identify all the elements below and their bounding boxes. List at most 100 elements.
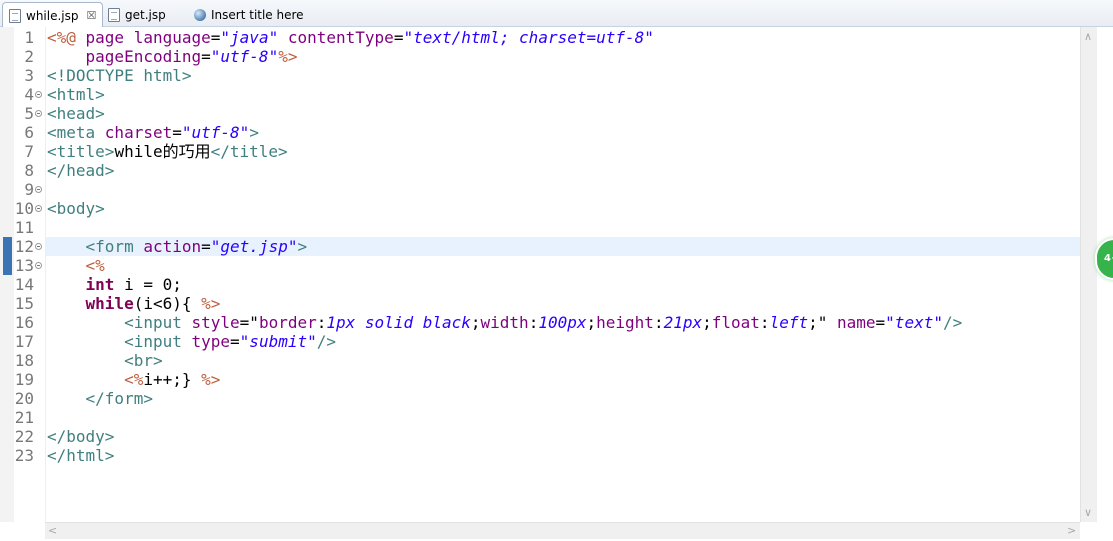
close-icon[interactable]: ☒	[87, 9, 97, 22]
code-token: while	[85, 294, 134, 313]
fold-collapse-icon[interactable]	[35, 243, 42, 250]
code-line[interactable]: <meta charset="utf-8">	[0, 123, 1080, 142]
code-token: :	[528, 313, 539, 332]
code-token: <body>	[47, 199, 105, 218]
code-line[interactable]	[0, 218, 1080, 237]
code-token: i = 0;	[114, 275, 182, 294]
code-line[interactable]: <%	[0, 256, 1080, 275]
code-token: contentType	[287, 28, 394, 47]
code-token: <br>	[124, 351, 163, 370]
code-line-text[interactable]: <%i++;} %>	[47, 370, 220, 389]
code-line[interactable]: <title>while的巧用</title>	[0, 142, 1080, 161]
code-editor[interactable]: <%@ page language="java" contentType="te…	[0, 27, 1113, 541]
line-number: 8	[24, 161, 34, 180]
tab-get-jsp[interactable]: get.jsp	[102, 2, 172, 27]
vertical-scrollbar[interactable]: ∧ ∨	[1080, 27, 1097, 522]
code-line-text[interactable]: </form>	[47, 389, 153, 408]
tab-label: while.jsp	[26, 8, 79, 23]
scroll-right-icon[interactable]: >	[1067, 525, 1076, 536]
code-line[interactable]: </body>	[0, 427, 1080, 446]
code-line-text[interactable]: <input style="border:1px solid black;wid…	[47, 313, 962, 332]
editor-tab-bar: while.jsp ☒ get.jsp Insert title here	[0, 0, 1113, 28]
fold-collapse-icon[interactable]	[35, 186, 42, 193]
code-line[interactable]: <html>	[0, 85, 1080, 104]
fold-collapse-icon[interactable]	[35, 110, 42, 117]
code-token: type	[191, 332, 231, 351]
code-line-text[interactable]: </html>	[47, 446, 114, 465]
code-line-text[interactable]: <meta charset="utf-8">	[47, 123, 259, 142]
code-line-text[interactable]: <html>	[47, 85, 105, 104]
code-token: 100px	[538, 313, 587, 332]
code-token: float	[711, 313, 760, 332]
code-line[interactable]: pageEncoding="utf-8"%>	[0, 47, 1080, 66]
fold-collapse-icon[interactable]	[35, 91, 42, 98]
code-line[interactable]: <input type="submit"/>	[0, 332, 1080, 351]
code-token: int	[85, 275, 115, 294]
code-line-text[interactable]: <title>while的巧用</title>	[47, 142, 288, 161]
line-number: 19	[14, 370, 34, 389]
fold-collapse-icon[interactable]	[35, 262, 42, 269]
code-token: :	[653, 313, 664, 332]
code-line[interactable]: <form action="get.jsp">	[0, 237, 1080, 256]
code-line-text[interactable]: <head>	[47, 104, 105, 123]
code-line-text[interactable]: </body>	[47, 427, 114, 446]
line-number: 12	[14, 237, 34, 256]
code-token: :	[759, 313, 770, 332]
scroll-up-icon[interactable]: ∧	[1084, 31, 1092, 42]
code-line-text[interactable]: <%@ page language="java" contentType="te…	[47, 28, 654, 47]
code-token: =	[230, 332, 240, 351]
change-marker	[3, 256, 12, 275]
code-line-text[interactable]: <%	[47, 256, 105, 275]
code-token: <input	[124, 332, 192, 351]
code-token: </body>	[47, 427, 115, 446]
code-line-text[interactable]: </head>	[47, 161, 114, 180]
code-line[interactable]: <body>	[0, 199, 1080, 218]
code-line[interactable]	[0, 408, 1080, 427]
code-token: :	[316, 313, 327, 332]
code-token: <head>	[47, 104, 105, 123]
code-line[interactable]: </html>	[0, 446, 1080, 465]
code-line[interactable]: while(i<6){ %>	[0, 294, 1080, 313]
code-line[interactable]: <head>	[0, 104, 1080, 123]
tab-insert-title-here[interactable]: Insert title here	[188, 2, 310, 27]
code-token: "utf-8"	[210, 47, 279, 66]
code-line[interactable]	[0, 180, 1080, 199]
code-line[interactable]: <input style="border:1px solid black;wid…	[0, 313, 1080, 332]
code-token: %>	[201, 294, 221, 313]
code-token: =	[172, 123, 182, 142]
code-line-text[interactable]: while(i<6){ %>	[47, 294, 221, 313]
code-area[interactable]: <%@ page language="java" contentType="te…	[0, 27, 1080, 522]
fold-collapse-icon[interactable]	[35, 205, 42, 212]
code-token: action	[143, 237, 202, 256]
code-line-text[interactable]: <input type="submit"/>	[47, 332, 336, 351]
code-token: >	[297, 237, 308, 256]
code-line-text[interactable]: <!DOCTYPE html>	[47, 66, 192, 85]
code-line-text[interactable]: <form action="get.jsp">	[47, 237, 308, 256]
code-line[interactable]: </form>	[0, 389, 1080, 408]
code-line-text[interactable]: pageEncoding="utf-8"%>	[47, 47, 298, 66]
code-line[interactable]: <!DOCTYPE html>	[0, 66, 1080, 85]
code-token: "text"	[885, 313, 943, 332]
code-token: page	[85, 28, 134, 47]
scroll-left-icon[interactable]: <	[48, 525, 57, 536]
code-token: </html>	[47, 446, 115, 465]
horizontal-scrollbar[interactable]: < >	[45, 522, 1080, 539]
code-line-text[interactable]: <br>	[47, 351, 163, 370]
code-token: </title>	[210, 142, 288, 161]
code-token: 21px	[663, 313, 703, 332]
code-line-text[interactable]: <body>	[47, 199, 105, 218]
code-token: "submit"	[239, 332, 317, 351]
code-line-text[interactable]: int i = 0;	[47, 275, 182, 294]
tab-while-jsp[interactable]: while.jsp ☒	[2, 2, 104, 28]
scroll-down-icon[interactable]: ∨	[1084, 507, 1092, 518]
code-line[interactable]: <%@ page language="java" contentType="te…	[0, 28, 1080, 47]
code-line[interactable]: int i = 0;	[0, 275, 1080, 294]
code-line[interactable]: <%i++;} %>	[0, 370, 1080, 389]
code-line[interactable]: </head>	[0, 161, 1080, 180]
code-token: <form	[85, 237, 144, 256]
code-line[interactable]: <br>	[0, 351, 1080, 370]
